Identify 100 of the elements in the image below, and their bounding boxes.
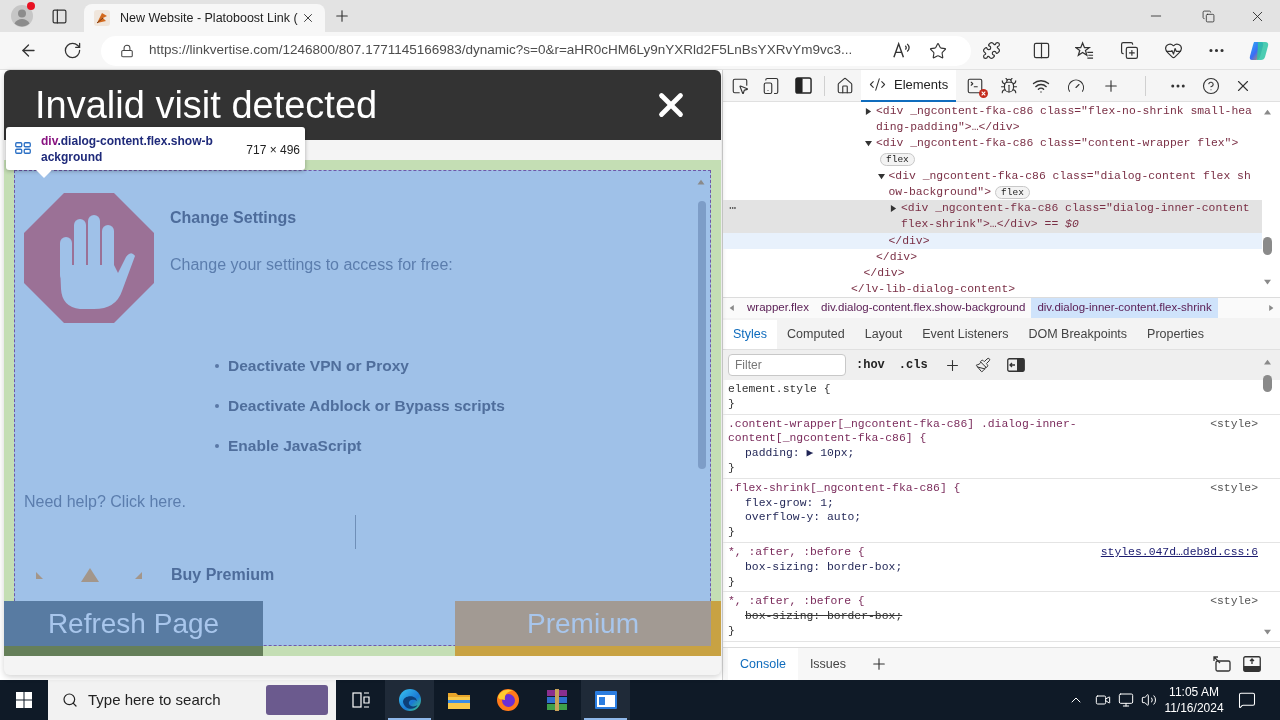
breadcrumb-item[interactable]: div.dialog-inner-content.flex-shrink [1031, 298, 1218, 318]
swirl-logo-icon[interactable] [397, 688, 422, 712]
camera-icon[interactable] [1094, 692, 1111, 708]
scroll-down-arrow-icon[interactable] [1263, 279, 1272, 286]
drawer-tab[interactable]: Console [728, 648, 798, 680]
address-bar[interactable]: https://linkvertise.com/1246800/807.1771145166983/dynamic?s=0&r=aHR0cHM6Ly9nYXRld2F5LnBsYXRvYm9vc3... [101, 35, 971, 66]
close-icon[interactable] [301, 11, 315, 25]
devtools-tab[interactable]: Elements [861, 69, 957, 102]
help-icon[interactable] [1202, 76, 1221, 95]
stylesheet-link[interactable]: styles.047d…deb8d.css:6 [1100, 544, 1258, 560]
dom-node[interactable]: </div> [723, 248, 1262, 266]
puzzle-icon[interactable] [982, 41, 1001, 60]
flex-badge[interactable]: flex [995, 185, 1030, 199]
filter-input[interactable]: Filter [728, 354, 846, 376]
dom-node[interactable]: <div _ngcontent-fka-c86 class="flex-no-shrink small-hea ding-padding">…</div> [723, 103, 1262, 136]
window-arrow-icon[interactable] [1213, 656, 1231, 672]
notifications-icon[interactable] [1238, 691, 1256, 709]
url-text: https://linkvertise.com/1246800/807.1771145166983/dynamic?s=0&r=aHR0cHM6Ly9nYXRld2F5LnBsYXRvYm9vc3... [149, 41, 853, 60]
cursor-square-icon[interactable] [731, 76, 749, 95]
home-icon[interactable] [836, 76, 854, 95]
terminal-icon[interactable] [966, 76, 985, 95]
breadcrumb-item[interactable]: div.dialog-content.flex.show-background [815, 298, 1032, 318]
css-declaration[interactable]: overflow-y: auto; [745, 511, 862, 524]
app-logo-icon[interactable] [1248, 39, 1270, 62]
columns-icon[interactable] [1032, 41, 1051, 60]
star-list-icon[interactable] [1075, 41, 1094, 60]
css-selector[interactable]: *, :after, :before { [728, 544, 865, 560]
taskbar-app[interactable] [385, 680, 434, 720]
scrollbar-thumb[interactable] [1263, 237, 1272, 255]
breadcrumb-item[interactable]: wrapper.flex [741, 298, 815, 318]
dom-node[interactable]: <div _ngcontent-fka-c86 class="dialog-inner-content flex-shrink">…</div> == $0 [723, 200, 1262, 233]
scroll-left-arrow-icon[interactable] [729, 304, 735, 312]
back-icon[interactable] [19, 41, 38, 60]
css-selector[interactable]: element.style { [728, 382, 831, 397]
css-selector[interactable]: *, :after, :before { [728, 594, 865, 610]
caret-down-icon[interactable] [877, 172, 885, 180]
clock-time[interactable]: 11:05 AM [1169, 684, 1219, 700]
heart-pulse-icon[interactable] [1164, 41, 1183, 60]
style-toggle-button[interactable]: :hov [855, 356, 886, 374]
css-selector[interactable]: .content-wrapper[_ngcontent-fka-c86] .dialog-inner- content[_ngcontent-fka-c86] { [728, 416, 1077, 447]
volume-icon[interactable] [1140, 692, 1157, 708]
dom-node[interactable]: <div _ngcontent-fka-c86 class="dialog-content flex sh ow-background"> flex [723, 167, 1262, 201]
search-box[interactable]: Type here to search [48, 680, 336, 720]
bug-icon[interactable] [1000, 76, 1019, 95]
scroll-down-arrow-icon[interactable] [1263, 629, 1272, 636]
style-toggle-button[interactable]: .cls [897, 356, 929, 374]
pane-tab[interactable]: Properties [1137, 320, 1215, 349]
dom-node[interactable]: </lv-lib-dialog-content> [723, 281, 1262, 298]
scroll-up-arrow-icon[interactable] [1263, 109, 1272, 116]
gauge-icon[interactable] [1067, 76, 1086, 95]
pane-tab[interactable]: DOM Breakpoints [1018, 320, 1138, 349]
element-size-label: 717 × 496 [246, 142, 300, 158]
css-declaration[interactable]: box-sizing: border-box; [745, 560, 903, 573]
devices-icon[interactable] [762, 76, 780, 95]
taskbar-app[interactable] [581, 680, 630, 720]
dom-node[interactable]: </div> [723, 265, 1262, 282]
caret-right-icon[interactable] [890, 205, 897, 213]
css-declaration[interactable]: padding: ▶ 10px; [745, 447, 855, 460]
scrollbar-thumb[interactable] [698, 201, 706, 469]
refresh-icon[interactable] [63, 41, 82, 60]
pane-tab[interactable]: Event Listeners [912, 320, 1019, 349]
scroll-right-arrow-icon[interactable] [1268, 304, 1274, 312]
css-declaration[interactable]: box-sizing: border-box; [745, 610, 903, 623]
caret-right-icon[interactable] [865, 108, 872, 115]
clock-date[interactable]: 11/16/2024 [1164, 700, 1224, 716]
closing-brace: } [728, 526, 735, 539]
drawer-tab[interactable]: Issues [797, 648, 858, 680]
scroll-up-arrow-icon[interactable] [1263, 359, 1272, 366]
new-tab-icon[interactable] [333, 7, 351, 25]
search-input[interactable]: Type here to search [88, 688, 258, 712]
window-icon[interactable] [593, 690, 618, 710]
pane-tab[interactable]: Layout [854, 320, 913, 349]
style-source-label[interactable]: <style> [1210, 594, 1258, 610]
text-speech-icon[interactable] [892, 41, 911, 60]
css-declaration[interactable]: flex-grow: 1; [745, 496, 834, 509]
bullet-icon [215, 364, 219, 368]
caret-down-icon[interactable] [865, 140, 872, 148]
css-selector[interactable]: .flex-shrink[_ngcontent-fka-c86] { [728, 480, 961, 496]
style-source-label[interactable]: <style> [1210, 480, 1258, 496]
pane-tab[interactable]: Computed [777, 320, 855, 349]
restore-icon[interactable] [1201, 9, 1215, 23]
books-icon[interactable] [544, 688, 569, 712]
browser-tab[interactable]: New Website - Platoboost Link ( [84, 4, 325, 32]
dom-node[interactable]: <div _ngcontent-fka-c86 class="content-wrapper flex"> flex [723, 135, 1262, 168]
profile-avatar-icon[interactable] [11, 5, 33, 27]
flex-badge[interactable]: flex [880, 153, 915, 167]
globe-logo-icon[interactable] [495, 688, 520, 712]
favorite-star-icon[interactable] [929, 41, 947, 60]
style-source-label[interactable]: <style> [1210, 416, 1258, 432]
copy-plus-icon[interactable] [1120, 41, 1139, 60]
pane-tab[interactable]: Styles [723, 320, 778, 349]
folder-icon[interactable] [446, 690, 471, 710]
start-icon[interactable] [16, 692, 32, 708]
network-icon[interactable] [1117, 692, 1134, 708]
scrollbar-thumb[interactable] [1263, 375, 1272, 392]
dock-bottom-icon[interactable] [1243, 656, 1261, 672]
panel-icon[interactable] [51, 7, 68, 25]
paintbrush-icon[interactable] [974, 357, 991, 373]
half-filled-square-icon[interactable] [795, 77, 812, 94]
task-view-icon[interactable] [351, 692, 370, 708]
